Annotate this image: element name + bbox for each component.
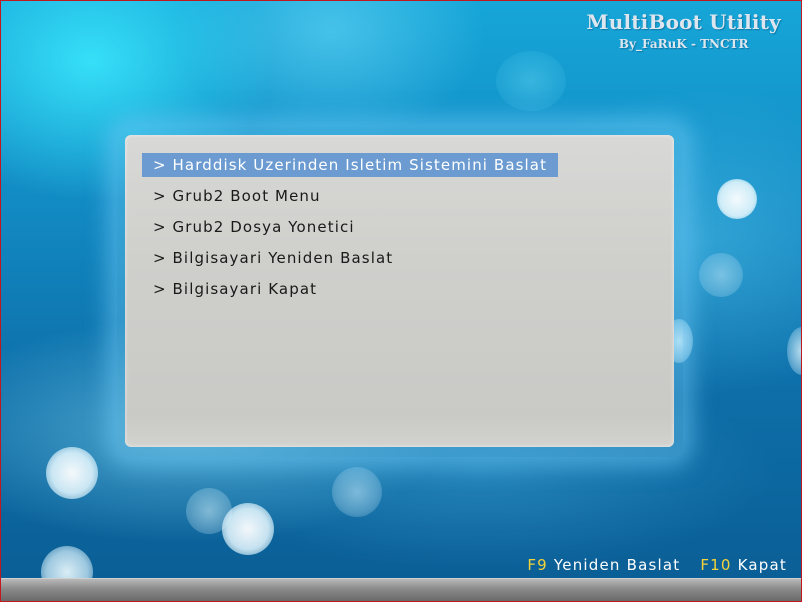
bokeh-light [332, 467, 382, 517]
app-title: MultiBoot Utility [586, 10, 781, 34]
bokeh-light [46, 447, 98, 499]
boot-screen: MultiBoot Utility By_FaRuK - TNCTR > Har… [0, 0, 802, 602]
bokeh-light [496, 51, 566, 111]
hotkey-key: F10 [700, 556, 732, 574]
menu-item-grub2-boot-menu[interactable]: > Grub2 Boot Menu [142, 184, 558, 208]
hotkey-label: Yeniden Baslat [553, 556, 681, 574]
hotkey-bar: F9 Yeniden Baslat F10 Kapat [513, 556, 787, 574]
menu-item-boot-from-harddisk[interactable]: > Harddisk Uzerinden Isletim Sistemini B… [142, 153, 559, 177]
menu-item-shutdown[interactable]: > Bilgisayari Kapat [142, 277, 558, 301]
bokeh-light [787, 327, 801, 375]
bokeh-light [699, 253, 743, 297]
bokeh-light [717, 179, 757, 219]
hotkey-label: Kapat [737, 556, 787, 574]
menu-item-restart[interactable]: > Bilgisayari Yeniden Baslat [142, 246, 558, 270]
hotkey-shutdown[interactable]: F10 Kapat [700, 556, 787, 574]
hotkey-restart[interactable]: F9 Yeniden Baslat [527, 556, 680, 574]
bokeh-light [222, 503, 274, 555]
menu-item-grub2-file-manager[interactable]: > Grub2 Dosya Yonetici [142, 215, 558, 239]
bottom-bar [1, 578, 801, 601]
branding: MultiBoot Utility By_FaRuK - TNCTR [586, 10, 781, 51]
hotkey-key: F9 [527, 556, 548, 574]
boot-menu: > Harddisk Uzerinden Isletim Sistemini B… [142, 153, 559, 308]
app-author: By_FaRuK - TNCTR [618, 37, 749, 51]
